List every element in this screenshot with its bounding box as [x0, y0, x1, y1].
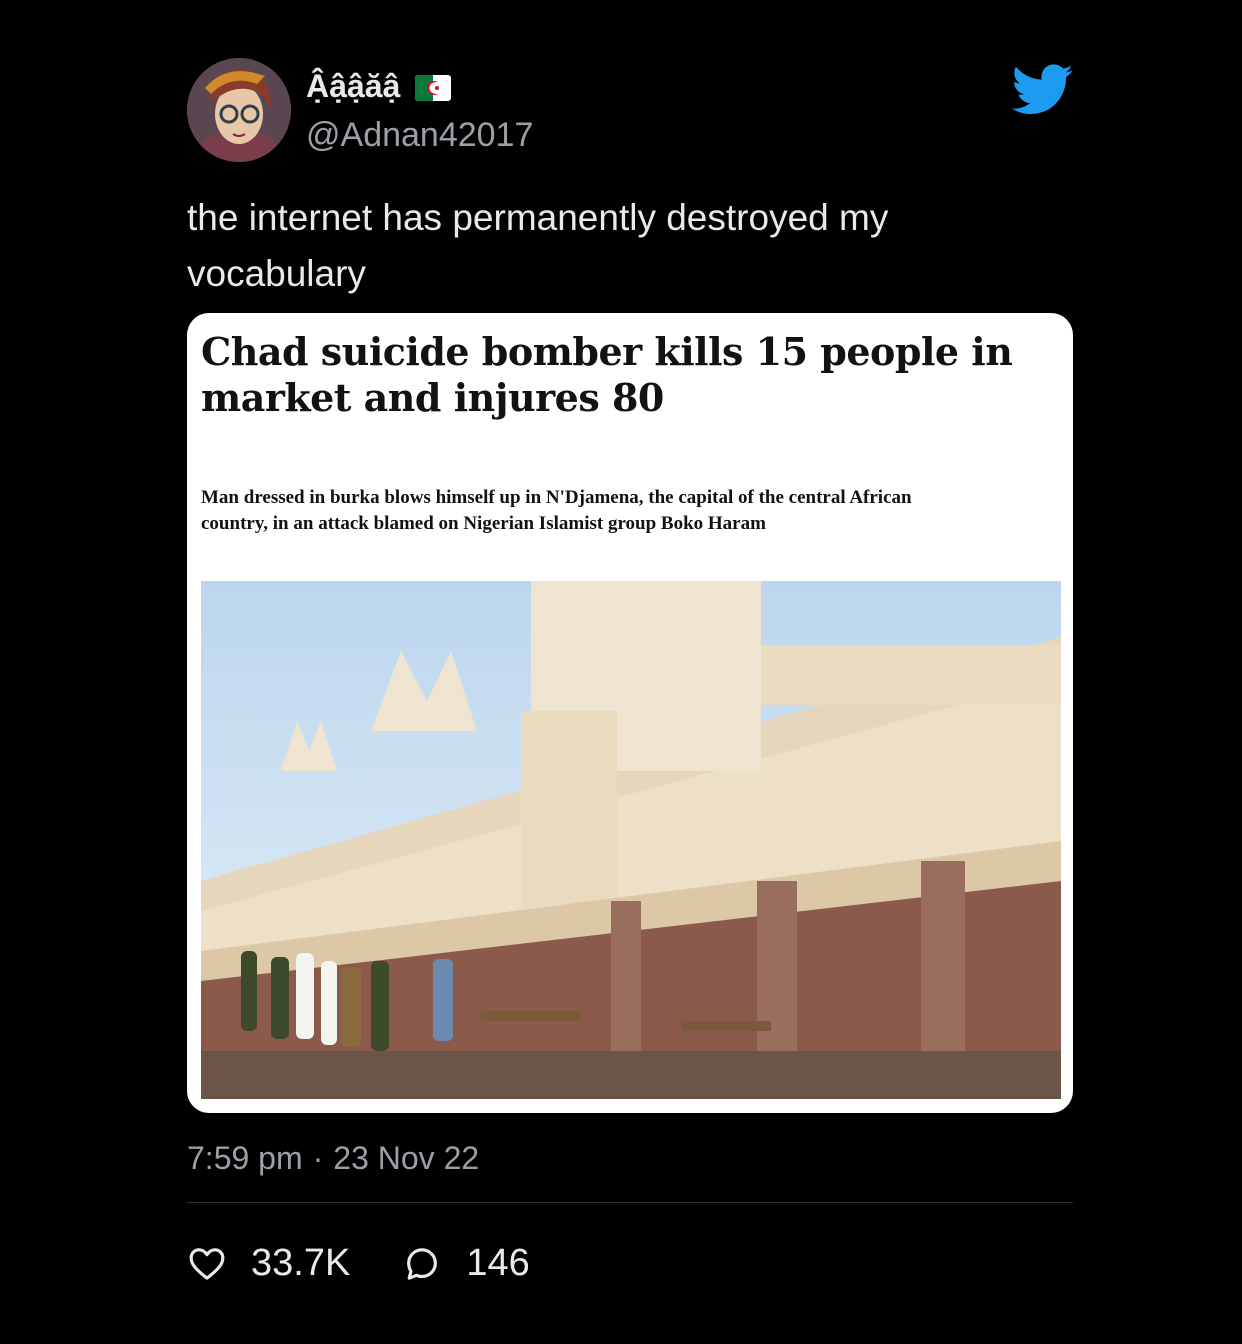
- article-card[interactable]: Chad suicide bomber kills 15 people in m…: [187, 313, 1073, 1113]
- divider: [187, 1202, 1073, 1203]
- algeria-flag-icon: [414, 73, 452, 101]
- timestamp-separator: ·: [312, 1140, 324, 1176]
- author-handle[interactable]: @Adnan42017: [306, 116, 533, 155]
- tweet-time: 7:59 pm: [187, 1140, 303, 1176]
- tweet-actions: 33.7K 146: [187, 1242, 582, 1285]
- reply-bubble-icon: [407, 1247, 438, 1280]
- tweet-date: 23 Nov 22: [333, 1140, 480, 1176]
- twitter-bird-icon[interactable]: [1012, 64, 1074, 116]
- avatar[interactable]: [187, 58, 291, 162]
- heart-icon: [189, 1247, 225, 1280]
- tweet: Ậậậăậ @Adnan42017 the internet has perma…: [0, 0, 1242, 1344]
- article-headline: Chad suicide bomber kills 15 people in m…: [201, 329, 1013, 420]
- display-name-text: Ậậậăậ: [306, 68, 401, 104]
- avatar-image: [187, 58, 291, 162]
- market-building-photo: [201, 581, 1061, 1099]
- tweet-timestamp[interactable]: 7:59 pm · 23 Nov 22: [187, 1140, 479, 1177]
- reply-button[interactable]: 146: [402, 1242, 530, 1285]
- reply-count: 146: [466, 1242, 530, 1284]
- like-button[interactable]: 33.7K: [187, 1242, 350, 1285]
- display-name[interactable]: Ậậậăậ: [306, 68, 452, 105]
- like-count: 33.7K: [251, 1242, 351, 1284]
- article-standfirst: Man dressed in burka blows himself up in…: [201, 487, 912, 534]
- tweet-text: the internet has permanently destroyed m…: [187, 197, 889, 294]
